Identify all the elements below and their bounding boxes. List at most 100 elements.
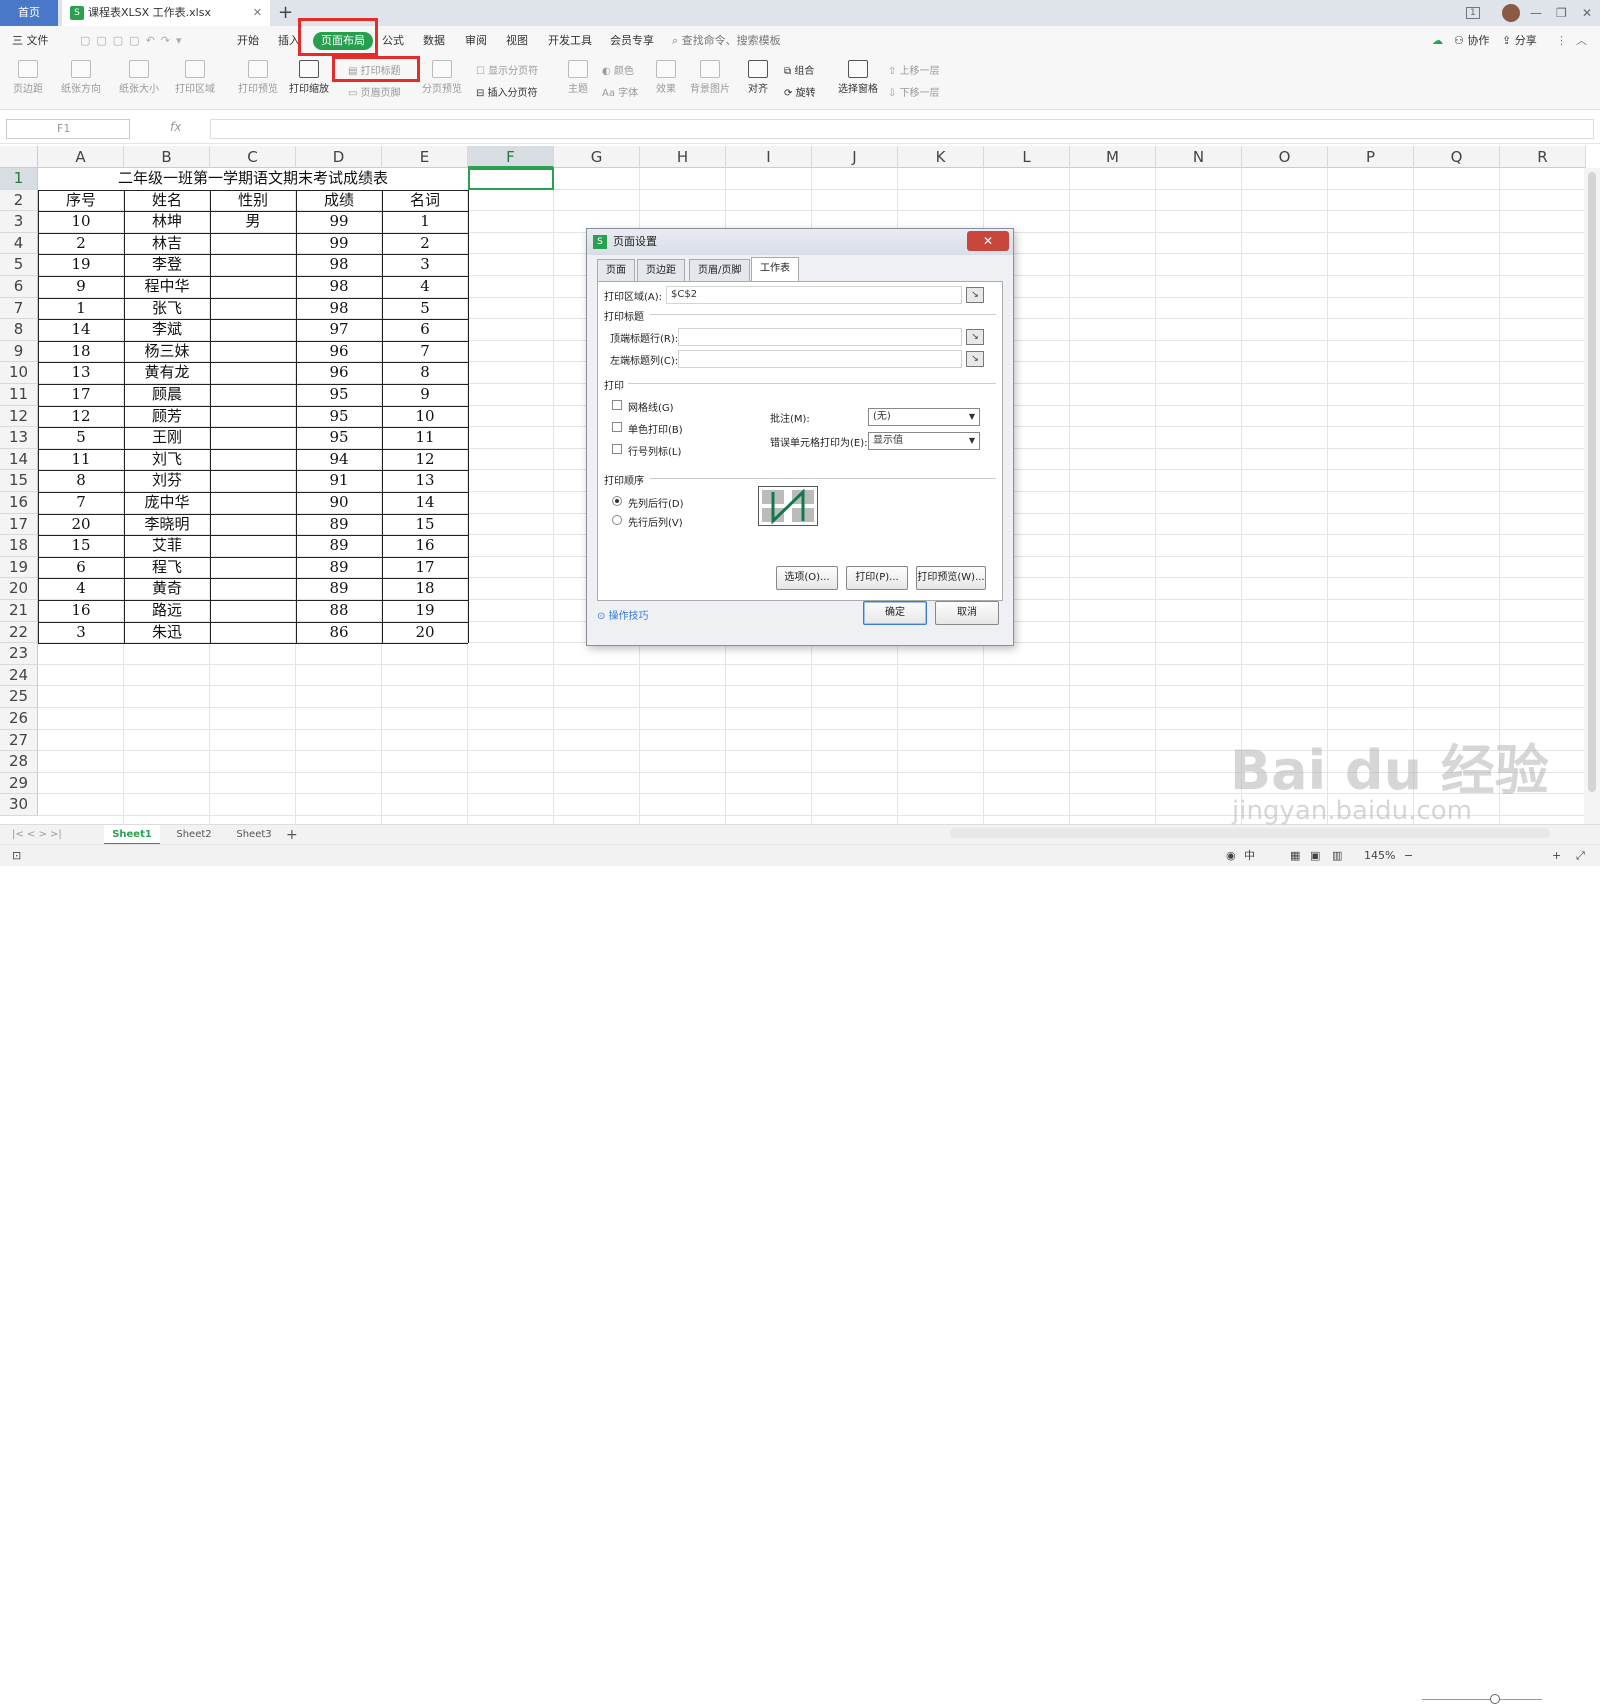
- background-button[interactable]: 背景图片: [688, 60, 732, 95]
- column-header[interactable]: J: [812, 146, 898, 168]
- column-header[interactable]: I: [726, 146, 812, 168]
- top-rows-input[interactable]: [678, 328, 962, 346]
- table-cell[interactable]: 4: [38, 578, 124, 600]
- row-header[interactable]: 23: [0, 643, 38, 665]
- table-cell[interactable]: 94: [296, 449, 382, 471]
- table-cell[interactable]: [210, 362, 296, 384]
- colors-button[interactable]: ◐ 颜色: [602, 62, 634, 77]
- row-header[interactable]: 28: [0, 751, 38, 773]
- quick-access-icons[interactable]: ▢▢▢▢↶↷▾: [80, 26, 188, 56]
- eye-icon[interactable]: ◉: [1226, 845, 1236, 867]
- home-tab[interactable]: 首页: [0, 0, 58, 26]
- table-cell[interactable]: 12: [38, 406, 124, 428]
- table-cell[interactable]: 7: [382, 341, 468, 363]
- table-cell[interactable]: 朱迅: [124, 622, 210, 644]
- cloud-icon[interactable]: ☁: [1432, 26, 1443, 56]
- page-layout-view-icon[interactable]: ▣: [1310, 845, 1320, 867]
- table-cell[interactable]: 顾晨: [124, 384, 210, 406]
- share-button[interactable]: ⇪ 分享: [1502, 26, 1537, 56]
- table-cell[interactable]: 6: [38, 557, 124, 579]
- table-cell[interactable]: 男: [210, 211, 296, 233]
- header-cell[interactable]: 成绩: [296, 190, 382, 212]
- horizontal-scrollbar[interactable]: [950, 828, 1550, 838]
- minimize-icon[interactable]: —: [1530, 0, 1542, 26]
- bring-forward-button[interactable]: ⇧ 上移一层: [888, 62, 940, 77]
- table-cell[interactable]: 7: [38, 492, 124, 514]
- table-cell[interactable]: 王刚: [124, 427, 210, 449]
- menu-developer[interactable]: 开发工具: [548, 26, 592, 56]
- avatar[interactable]: [1502, 4, 1520, 22]
- zoom-slider-handle[interactable]: [1490, 1694, 1500, 1704]
- table-cell[interactable]: 5: [38, 427, 124, 449]
- table-cell[interactable]: 4: [382, 276, 468, 298]
- row-header[interactable]: 24: [0, 664, 38, 687]
- restore-icon[interactable]: ❐: [1556, 0, 1567, 26]
- range-picker-icon[interactable]: ↘: [966, 351, 984, 367]
- theme-button[interactable]: 主题: [564, 60, 592, 95]
- fx-icon[interactable]: fx: [170, 120, 181, 134]
- table-cell[interactable]: 13: [382, 470, 468, 492]
- zoom-slider[interactable]: [1422, 1699, 1542, 1700]
- table-cell[interactable]: 99: [296, 211, 382, 233]
- table-cell[interactable]: 89: [296, 578, 382, 600]
- fonts-button[interactable]: Aa 字体: [602, 84, 638, 99]
- table-cell[interactable]: 刘芬: [124, 470, 210, 492]
- column-header[interactable]: L: [984, 146, 1070, 168]
- collapse-ribbon-icon[interactable]: ︿: [1576, 26, 1587, 56]
- scroll-thumb[interactable]: [1588, 172, 1596, 792]
- normal-view-icon[interactable]: ▦: [1290, 845, 1300, 867]
- file-tab[interactable]: S 课程表XLSX 工作表.xlsx ✕: [62, 0, 270, 26]
- column-header[interactable]: R: [1500, 146, 1586, 168]
- zoom-out-icon[interactable]: −: [1404, 845, 1413, 867]
- table-cell[interactable]: 黄奇: [124, 578, 210, 600]
- table-cell[interactable]: 16: [382, 535, 468, 557]
- column-header[interactable]: O: [1242, 146, 1328, 168]
- new-tab-icon[interactable]: +: [278, 1, 293, 25]
- sheet-tab-2[interactable]: Sheet2: [168, 825, 220, 845]
- gridlines-checkbox[interactable]: [612, 400, 622, 410]
- cancel-button[interactable]: 取消: [935, 601, 999, 625]
- over-then-down-radio[interactable]: [612, 515, 622, 525]
- table-cell[interactable]: 16: [38, 600, 124, 622]
- table-cell[interactable]: 17: [38, 384, 124, 406]
- zoom-level[interactable]: 145%: [1364, 845, 1395, 867]
- column-header[interactable]: G: [554, 146, 640, 168]
- table-cell[interactable]: [210, 578, 296, 600]
- table-cell[interactable]: 89: [296, 557, 382, 579]
- selection-pane-button[interactable]: 选择窗格: [836, 60, 880, 95]
- table-cell[interactable]: [210, 384, 296, 406]
- column-header[interactable]: N: [1156, 146, 1242, 168]
- table-cell[interactable]: 2: [38, 233, 124, 255]
- left-cols-input[interactable]: [678, 350, 962, 368]
- dialog-title-bar[interactable]: S 页面设置 ✕: [587, 229, 1013, 255]
- table-cell[interactable]: 95: [296, 427, 382, 449]
- row-header[interactable]: 30: [0, 794, 38, 816]
- range-picker-icon[interactable]: ↘: [966, 329, 984, 345]
- header-cell[interactable]: 姓名: [124, 190, 210, 212]
- table-cell[interactable]: 10: [38, 211, 124, 233]
- vertical-scrollbar[interactable]: [1584, 168, 1600, 824]
- table-cell[interactable]: 20: [38, 514, 124, 536]
- table-cell[interactable]: 14: [382, 492, 468, 514]
- table-cell[interactable]: 2: [382, 233, 468, 255]
- tab-page[interactable]: 页面: [597, 259, 635, 281]
- column-header[interactable]: C: [210, 146, 296, 168]
- table-cell[interactable]: 19: [38, 254, 124, 276]
- group-button[interactable]: ⧉ 组合: [784, 62, 814, 77]
- tips-link[interactable]: ⊙ 操作技巧: [597, 607, 649, 622]
- align-button[interactable]: 对齐: [744, 60, 772, 95]
- sheet-tab-1[interactable]: Sheet1: [104, 825, 160, 845]
- table-cell[interactable]: [210, 492, 296, 514]
- column-header[interactable]: K: [898, 146, 984, 168]
- formula-input[interactable]: [210, 119, 1594, 139]
- table-cell[interactable]: 95: [296, 384, 382, 406]
- zoom-in-icon[interactable]: +: [1552, 845, 1561, 867]
- table-cell[interactable]: [210, 319, 296, 341]
- table-cell[interactable]: 89: [296, 535, 382, 557]
- show-breaks-toggle[interactable]: ☐ 显示分页符: [476, 62, 538, 77]
- table-cell[interactable]: 98: [296, 276, 382, 298]
- command-search[interactable]: ⌕ 查找命令、搜索模板: [672, 26, 781, 56]
- collab-button[interactable]: ⚇ 协作: [1454, 26, 1489, 56]
- name-box[interactable]: F1: [6, 119, 130, 139]
- table-cell[interactable]: 杨三妹: [124, 341, 210, 363]
